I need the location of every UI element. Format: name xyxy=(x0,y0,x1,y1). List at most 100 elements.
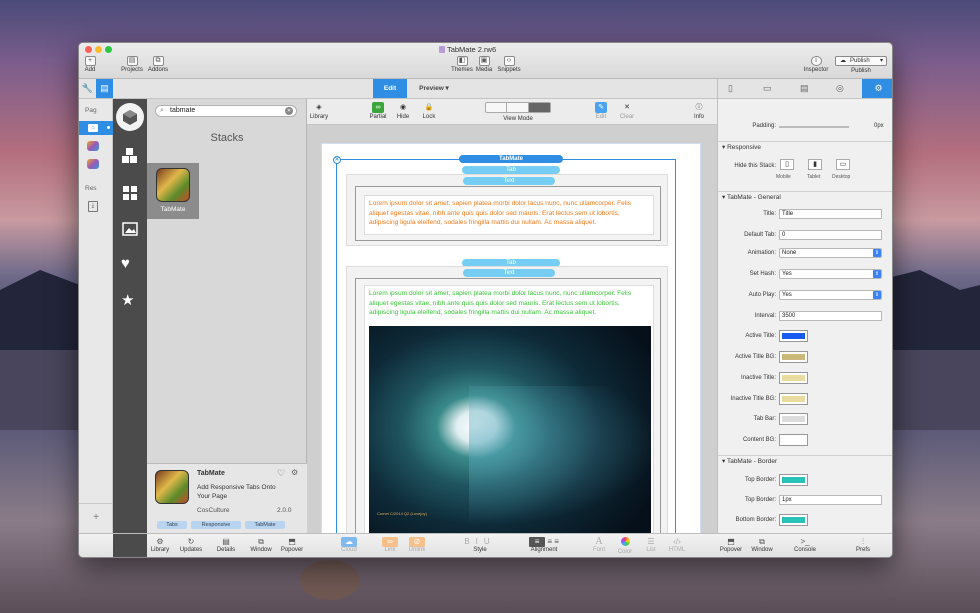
bottom-border-color-well[interactable] xyxy=(779,514,808,526)
responsive-section-header[interactable]: ▾ Responsive xyxy=(718,141,892,153)
all-stacks-cube-icon[interactable] xyxy=(116,103,144,131)
mobile-device-icon[interactable]: ▯ xyxy=(780,159,794,170)
color-button[interactable]: Color xyxy=(614,537,636,555)
align-left-icon[interactable]: ≡ xyxy=(529,537,546,547)
lorem-text-orange[interactable]: Lorem ipsum dolor sit amet, sapien plate… xyxy=(364,195,654,235)
tab-edit[interactable]: Edit xyxy=(373,79,407,98)
cubes-group-icon[interactable] xyxy=(121,147,139,165)
inspector-button[interactable]: i Inspector xyxy=(801,56,831,73)
grid-layout-icon[interactable] xyxy=(122,185,138,201)
library-toggle-button[interactable]: ◈ Library xyxy=(309,102,329,120)
details-button[interactable]: ▤ Details xyxy=(213,537,239,553)
view-mode-segmented[interactable] xyxy=(485,102,551,113)
cloud-button[interactable]: ☁ Cloud xyxy=(337,537,361,553)
border-section-header[interactable]: ▾ TabMate - Border xyxy=(718,455,892,467)
text-pill[interactable]: Text xyxy=(463,177,555,185)
stack-settings-gear-icon[interactable]: ⚙ xyxy=(862,79,892,98)
lock-button[interactable]: 🔒 Lock xyxy=(421,102,437,120)
view-mode-outline[interactable] xyxy=(486,103,507,112)
lorem-text-green-wrap[interactable]: Lorem ipsum dolor sit amet, sapien plate… xyxy=(364,285,654,533)
top-border-color-well[interactable] xyxy=(779,474,808,486)
snippets-button[interactable]: ‹› Snippets xyxy=(495,56,523,73)
remove-stack-icon[interactable]: ✕ xyxy=(333,156,341,164)
inspector-window-button[interactable]: ⧉ Window xyxy=(749,537,775,553)
top-border-width-field[interactable]: 1px xyxy=(779,495,882,505)
list-button[interactable]: ☰ List xyxy=(641,537,661,553)
default-tab-field[interactable]: 0 xyxy=(779,230,882,240)
tab-preview[interactable]: Preview ▾ xyxy=(413,79,455,98)
prefs-button[interactable]: ⫶ Prefs xyxy=(851,537,875,553)
featured-star-icon[interactable]: ★ xyxy=(121,293,134,309)
view-mode-flow[interactable] xyxy=(507,103,529,112)
partial-button[interactable]: ∞ Partial xyxy=(367,102,389,120)
image-category-icon[interactable] xyxy=(122,222,138,236)
tag-chip[interactable]: Responsive xyxy=(191,521,241,529)
tab-bar-color-well[interactable] xyxy=(779,413,808,425)
library-button[interactable]: ⚙ Library xyxy=(149,537,171,553)
minimize-window-button[interactable] xyxy=(95,46,102,53)
info-button[interactable]: ⓘ Info xyxy=(691,102,707,120)
projects-button[interactable]: ▤ Projects xyxy=(120,56,144,73)
pages-tab-icon[interactable]: ▤ xyxy=(96,79,113,98)
auto-play-select[interactable]: Yes ⇕ xyxy=(779,290,882,300)
padding-slider[interactable] xyxy=(779,126,849,128)
html-button[interactable]: ‹/› HTML xyxy=(665,537,689,553)
resource-file-icon[interactable]: ⤓ xyxy=(88,201,98,212)
addons-button[interactable]: ⧉ Addons xyxy=(146,56,170,73)
interval-field[interactable]: 3500 xyxy=(779,311,882,321)
text-stack-1[interactable]: Lorem ipsum dolor sit amet, sapien plate… xyxy=(355,186,661,241)
bold-italic-underline-icons[interactable]: BIU xyxy=(455,537,505,547)
unlink-button[interactable]: ⊘ Unlink xyxy=(405,537,429,553)
favorites-heart-icon[interactable]: ♥ xyxy=(121,256,130,272)
console-button[interactable]: >_ Console xyxy=(791,537,819,553)
stacks-page-icon-2[interactable] xyxy=(87,159,99,169)
wrench-icon[interactable]: 🔧 xyxy=(79,79,96,98)
stacks-page-icon[interactable] xyxy=(87,141,99,151)
themes-button[interactable]: ◧ Themes xyxy=(451,56,473,73)
zoom-window-button[interactable] xyxy=(105,46,112,53)
set-hash-select[interactable]: Yes ⇕ xyxy=(779,269,882,279)
font-button[interactable]: A Font xyxy=(589,537,609,554)
link-inspector-icon[interactable]: ◎ xyxy=(836,83,844,94)
publish-dropdown[interactable]: Publish ▾ ☁ xyxy=(835,56,887,66)
alignment-icons[interactable]: ≡ ≡ ≡ xyxy=(517,537,571,547)
text-stack-2[interactable]: Lorem ipsum dolor sit amet, sapien plate… xyxy=(355,278,661,533)
text-pill-2[interactable]: Text xyxy=(463,269,555,277)
desktop-device-icon[interactable]: ▭ xyxy=(836,159,850,170)
tablet-device-icon[interactable]: ▮ xyxy=(808,159,822,170)
edit-button[interactable]: ✎ Edit xyxy=(593,102,609,120)
tabmate-library-tile[interactable]: TabMate xyxy=(147,163,199,219)
tab-pill[interactable]: Tab xyxy=(462,166,560,174)
tag-chip[interactable]: TabMate xyxy=(245,521,285,529)
active-title-color-well[interactable] xyxy=(779,330,808,342)
window-button[interactable]: ⧉ Window xyxy=(248,537,274,553)
page-item-selected[interactable]: ⌂ xyxy=(79,121,113,135)
inactive-title-bg-color-well[interactable] xyxy=(779,393,808,405)
favorite-heart-icon[interactable]: ♡ xyxy=(277,468,285,479)
add-button[interactable]: + Add xyxy=(82,56,98,73)
general-section-header[interactable]: ▾ TabMate - General xyxy=(718,191,892,203)
layout-inspector-icon[interactable]: ▭ xyxy=(763,83,772,94)
page-inspector-icon[interactable]: ▯ xyxy=(728,83,733,94)
library-search-field[interactable]: ⌕ tabmate ✕ xyxy=(155,105,297,117)
title-field[interactable]: Title xyxy=(779,209,882,219)
clear-button[interactable]: ✕ Clear xyxy=(619,102,635,120)
close-window-button[interactable] xyxy=(85,46,92,53)
tabmate-pill[interactable]: TabMate xyxy=(459,155,563,163)
media-button[interactable]: ▣ Media xyxy=(475,56,493,73)
animation-select[interactable]: None ⇕ xyxy=(779,248,882,258)
link-button[interactable]: ∞ Link xyxy=(380,537,400,553)
tag-chip[interactable]: Tabs xyxy=(157,521,187,529)
updates-button[interactable]: ↻ Updates xyxy=(177,537,205,553)
clear-search-icon[interactable]: ✕ xyxy=(285,107,293,115)
hide-button[interactable]: ◉ Hide xyxy=(395,102,411,120)
text-inspector-icon[interactable]: ▤ xyxy=(800,83,809,94)
content-bg-color-well[interactable] xyxy=(779,434,808,446)
inactive-title-color-well[interactable] xyxy=(779,372,808,384)
detail-gear-icon[interactable]: ⚙ xyxy=(291,468,298,477)
view-mode-full[interactable] xyxy=(529,103,550,112)
inspector-popover-button[interactable]: ⬒ Popover xyxy=(717,537,745,553)
popover-button[interactable]: ⬒ Popover xyxy=(279,537,305,553)
add-page-plus-icon[interactable]: + xyxy=(79,503,113,533)
active-title-bg-color-well[interactable] xyxy=(779,351,808,363)
